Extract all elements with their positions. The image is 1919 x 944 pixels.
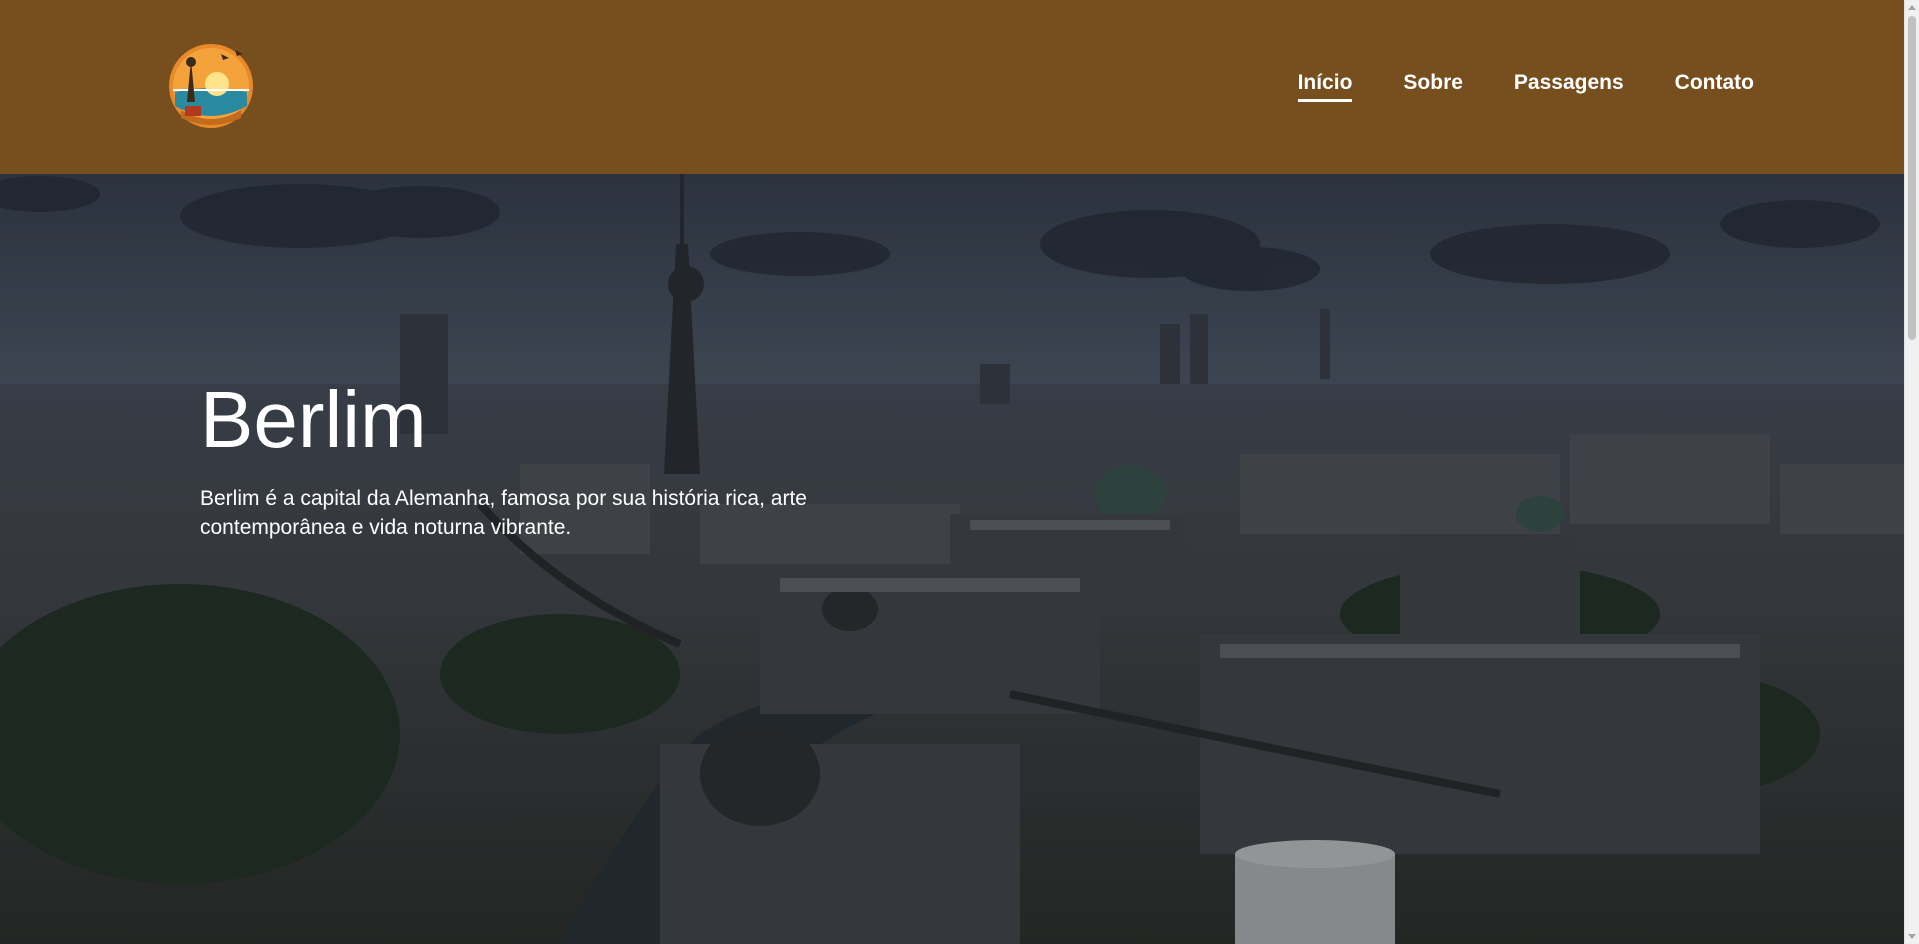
hero-content: Berlim Berlim é a capital da Alemanha, f… — [200, 374, 960, 542]
main-nav: Início Sobre Passagens Contato — [1297, 70, 1754, 102]
scroll-down-icon[interactable] — [1908, 934, 1916, 939]
site-header: Início Sobre Passagens Contato — [0, 0, 1904, 174]
hero-title: Berlim — [200, 375, 427, 464]
nav-item-sobre[interactable]: Sobre — [1403, 70, 1463, 102]
hero-description: Berlim é a capital da Alemanha, famosa p… — [200, 487, 807, 539]
nav-item-passagens[interactable]: Passagens — [1514, 70, 1624, 102]
travel-logo-icon[interactable] — [161, 40, 261, 130]
nav-item-inicio[interactable]: Início — [1297, 70, 1353, 102]
hero-overlay — [0, 174, 1904, 944]
page-scrollbar[interactable] — [1904, 0, 1919, 944]
nav-item-contato[interactable]: Contato — [1675, 70, 1754, 102]
scroll-thumb[interactable] — [1908, 16, 1916, 340]
page: Início Sobre Passagens Contato Berlim Be… — [0, 0, 1919, 944]
hero-section: Berlim Berlim é a capital da Alemanha, f… — [0, 174, 1904, 944]
scroll-up-icon[interactable] — [1908, 5, 1916, 10]
